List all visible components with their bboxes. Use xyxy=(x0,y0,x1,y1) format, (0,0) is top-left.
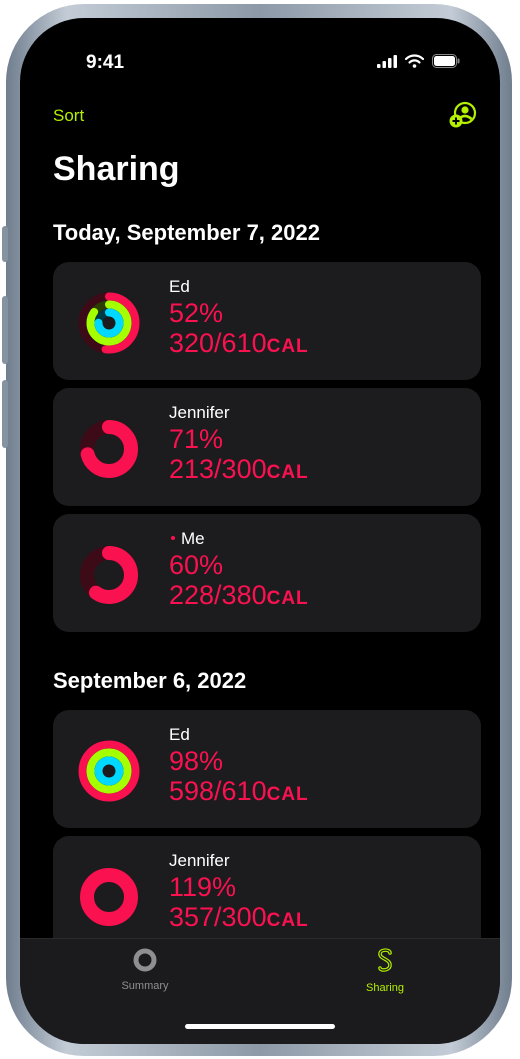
friend-name-text: Me xyxy=(181,529,205,548)
tab-sharing-label: Sharing xyxy=(366,982,404,994)
sharing-card-ed-sep-6[interactable]: Ed 98% 598/610CAL xyxy=(53,710,481,828)
screen: 9:41 Sort Sharing Today, September 7, 20… xyxy=(20,18,500,1044)
sharing-card-me-today[interactable]: Me 60% 228/380CAL xyxy=(53,514,481,632)
calories-value: 357/300CAL xyxy=(169,902,309,936)
calories-value: 598/610CAL xyxy=(169,776,309,810)
status-bar: 9:41 xyxy=(20,18,500,78)
friend-name: Ed xyxy=(169,277,190,296)
battery-icon xyxy=(432,54,460,68)
calories-count: 357/300 xyxy=(169,902,267,932)
self-indicator-dot xyxy=(171,535,175,540)
move-percent: 52% xyxy=(169,298,224,328)
calories-count: 228/380 xyxy=(169,580,267,610)
calories-unit: CAL xyxy=(266,910,309,931)
calories-value: 320/610CAL xyxy=(169,328,309,362)
side-button xyxy=(2,226,8,262)
friend-name: Jennifer xyxy=(169,403,230,422)
section-header-sep-6: September 6, 2022 xyxy=(53,668,247,693)
calories-unit: CAL xyxy=(266,462,309,483)
volume-down-button xyxy=(2,380,8,448)
calories-count: 213/300 xyxy=(169,454,267,484)
add-friend-icon[interactable] xyxy=(448,100,478,130)
calories-count: 598/610 xyxy=(169,776,267,806)
home-indicator xyxy=(185,1024,335,1029)
activity-rings-icon xyxy=(78,292,140,354)
move-ring-icon xyxy=(80,420,138,478)
tab-summary-label: Summary xyxy=(121,980,169,992)
calories-unit: CAL xyxy=(266,336,309,357)
move-percent: 60% xyxy=(169,550,224,580)
ring-progress-arc xyxy=(80,868,138,926)
wifi-icon xyxy=(405,54,424,68)
ring-progress-arc xyxy=(94,756,124,786)
sharing-card-ed-today[interactable]: Ed 52% 320/610CAL xyxy=(53,262,481,380)
tab-sharing[interactable]: Sharing xyxy=(325,947,445,994)
calories-value: 228/380CAL xyxy=(169,580,309,614)
summary-ring-icon xyxy=(133,948,157,972)
calories-unit: CAL xyxy=(266,784,309,805)
activity-rings-icon xyxy=(78,740,140,802)
calories-unit: CAL xyxy=(266,588,309,609)
friend-name: Jennifer xyxy=(169,851,230,870)
move-percent: 71% xyxy=(169,424,224,454)
section-header-today: Today, September 7, 2022 xyxy=(53,220,320,245)
calories-value: 213/300CAL xyxy=(169,454,309,488)
move-percent: 98% xyxy=(169,746,224,776)
sharing-card-jennifer-sep-6[interactable]: Jennifer 119% 357/300CAL xyxy=(53,836,481,954)
signal-icon xyxy=(377,54,397,68)
sort-button[interactable]: Sort xyxy=(53,106,84,126)
sharing-card-jennifer-today[interactable]: Jennifer 71% 213/300CAL xyxy=(53,388,481,506)
friend-name: Me xyxy=(169,528,309,550)
tab-summary[interactable]: Summary xyxy=(85,947,205,992)
calories-count: 320/610 xyxy=(169,328,267,358)
status-time: 9:41 xyxy=(86,52,125,73)
move-ring-icon xyxy=(80,868,138,926)
page-title: Sharing xyxy=(53,150,180,188)
volume-up-button xyxy=(2,296,8,364)
move-ring-icon xyxy=(80,546,138,604)
sharing-icon xyxy=(378,948,392,972)
status-icons xyxy=(377,54,460,68)
move-percent: 119% xyxy=(169,872,237,902)
friend-name: Ed xyxy=(169,725,190,744)
